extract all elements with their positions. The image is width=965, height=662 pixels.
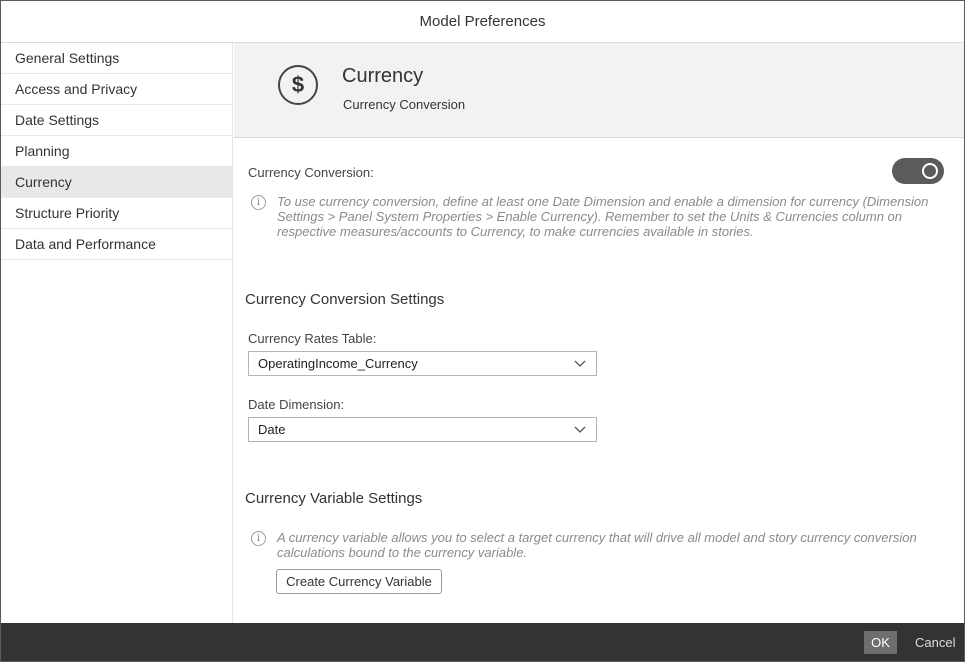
create-currency-variable-button[interactable]: Create Currency Variable <box>276 569 442 594</box>
chevron-down-icon <box>574 360 586 367</box>
dollar-circle-icon: $ <box>278 65 318 105</box>
sidebar-item-structure-priority[interactable]: Structure Priority <box>1 198 232 229</box>
sidebar-item-access-and-privacy[interactable]: Access and Privacy <box>1 74 232 105</box>
currency-variable-settings-heading: Currency Variable Settings <box>245 490 423 507</box>
ok-button[interactable]: OK <box>864 631 897 654</box>
sidebar-item-general-settings[interactable]: General Settings <box>1 43 232 74</box>
dialog-title: Model Preferences <box>1 1 964 43</box>
model-preferences-dialog: Model Preferences General Settings Acces… <box>0 0 965 662</box>
currency-rates-table-label: Currency Rates Table: <box>248 331 377 346</box>
toggle-knob <box>922 163 938 179</box>
info-icon: i <box>251 531 266 546</box>
cancel-button[interactable]: Cancel <box>907 631 963 654</box>
page-header: $ Currency Currency Conversion <box>234 43 964 138</box>
date-dimension-label: Date Dimension: <box>248 397 345 412</box>
page-subtitle: Currency Conversion <box>343 97 466 112</box>
info-icon: i <box>251 195 266 210</box>
sidebar-item-currency[interactable]: Currency <box>1 167 232 198</box>
sidebar-item-date-settings[interactable]: Date Settings <box>1 105 232 136</box>
currency-conversion-info-line-2: Settings > Panel System Properties > Ena… <box>277 209 903 224</box>
preferences-sidebar: General Settings Access and Privacy Date… <box>1 43 233 623</box>
currency-conversion-settings-heading: Currency Conversion Settings <box>245 291 445 308</box>
currency-variable-info-line-2: calculations bound to the currency varia… <box>277 545 528 560</box>
sidebar-item-planning[interactable]: Planning <box>1 136 232 167</box>
dialog-footer: OK Cancel <box>1 623 964 661</box>
chevron-down-icon <box>574 426 586 433</box>
currency-conversion-info-line-3: respective measures/accounts to Currency… <box>277 224 754 239</box>
currency-variable-info-line-1: A currency variable allows you to select… <box>277 530 917 545</box>
currency-settings-panel: $ Currency Currency Conversion Currency … <box>234 43 964 623</box>
currency-conversion-toggle[interactable] <box>892 158 944 184</box>
sidebar-item-data-and-performance[interactable]: Data and Performance <box>1 229 232 260</box>
currency-rates-table-value: OperatingIncome_Currency <box>258 356 418 371</box>
currency-conversion-info-line-1: To use currency conversion, define at le… <box>277 194 929 209</box>
date-dimension-value: Date <box>258 422 286 437</box>
page-title: Currency <box>342 65 424 87</box>
currency-rates-table-select[interactable]: OperatingIncome_Currency <box>248 351 597 376</box>
date-dimension-select[interactable]: Date <box>248 417 597 442</box>
currency-conversion-label: Currency Conversion: <box>248 165 374 180</box>
